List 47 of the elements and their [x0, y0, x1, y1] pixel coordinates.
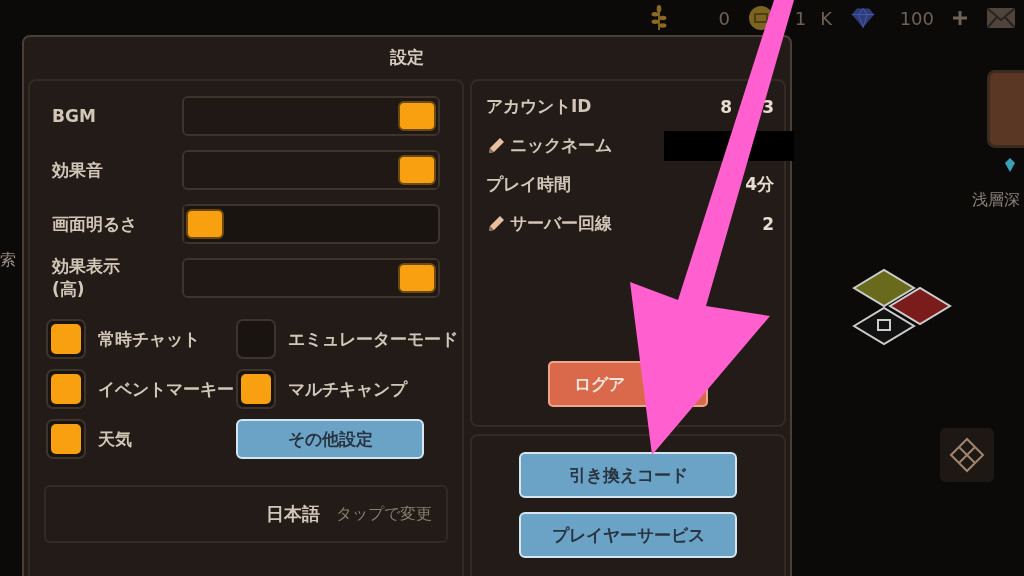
slider-label: 画面明るさ: [52, 212, 137, 236]
checkbox[interactable]: [46, 419, 86, 459]
plus-icon[interactable]: [952, 10, 968, 26]
language-hint: タップで変更: [336, 503, 432, 525]
language-selector[interactable]: 日本語 タップで変更: [44, 485, 448, 543]
checkbox-label: 天気: [98, 427, 132, 451]
slider-label: 効果表示 (高): [52, 255, 120, 301]
account-value: 2: [762, 213, 774, 234]
checkbox-label: イベントマーキー: [98, 377, 234, 401]
other-settings-button[interactable]: その他設定: [236, 419, 424, 459]
resource-count: K: [820, 7, 832, 29]
account-label: プレイ時間: [486, 173, 571, 196]
background-label: 索: [0, 250, 16, 271]
checkbox-label: 常時チャット: [98, 327, 200, 351]
language-value: 日本語: [266, 502, 320, 526]
slider-thumb[interactable]: [398, 155, 436, 185]
resource-count: 0: [718, 7, 730, 29]
service-button[interactable]: プレイヤーサービス: [519, 512, 737, 558]
slider-label: BGM: [52, 104, 96, 128]
slider-label: 効果音: [52, 158, 103, 182]
pencil-icon[interactable]: [486, 213, 506, 234]
checkbox[interactable]: [236, 319, 276, 359]
checkbox[interactable]: [46, 369, 86, 409]
checkbox-label: エミュレーターモード: [288, 327, 458, 351]
gem-icon: [850, 5, 876, 31]
account-label: ニックネーム: [510, 134, 612, 157]
area-label: 浅層深: [972, 190, 1020, 211]
account-value: 4分: [745, 173, 774, 196]
slider-thumb[interactable]: [186, 209, 224, 239]
crystal-icon: [1005, 158, 1015, 172]
pencil-icon[interactable]: [486, 135, 506, 156]
slider-thumb[interactable]: [398, 101, 436, 131]
checkbox-label: マルチキャンプ: [288, 377, 407, 401]
dialog-title: 設定: [389, 46, 425, 69]
resource-count: 100: [899, 7, 934, 29]
slider-thumb[interactable]: [398, 263, 436, 293]
grid-button[interactable]: [940, 428, 994, 482]
resource-count: 1: [794, 7, 807, 29]
checkbox[interactable]: [46, 319, 86, 359]
account-label: サーバー回線: [510, 212, 612, 235]
slider-track[interactable]: [182, 204, 440, 244]
account-value: 3: [762, 96, 774, 117]
checkbox[interactable]: [236, 369, 276, 409]
crosshatch-icon: [947, 435, 987, 475]
service-button[interactable]: 引き換えコード: [519, 452, 737, 498]
account-value: 8: [720, 96, 733, 117]
account-label: アカウントID: [486, 95, 592, 118]
